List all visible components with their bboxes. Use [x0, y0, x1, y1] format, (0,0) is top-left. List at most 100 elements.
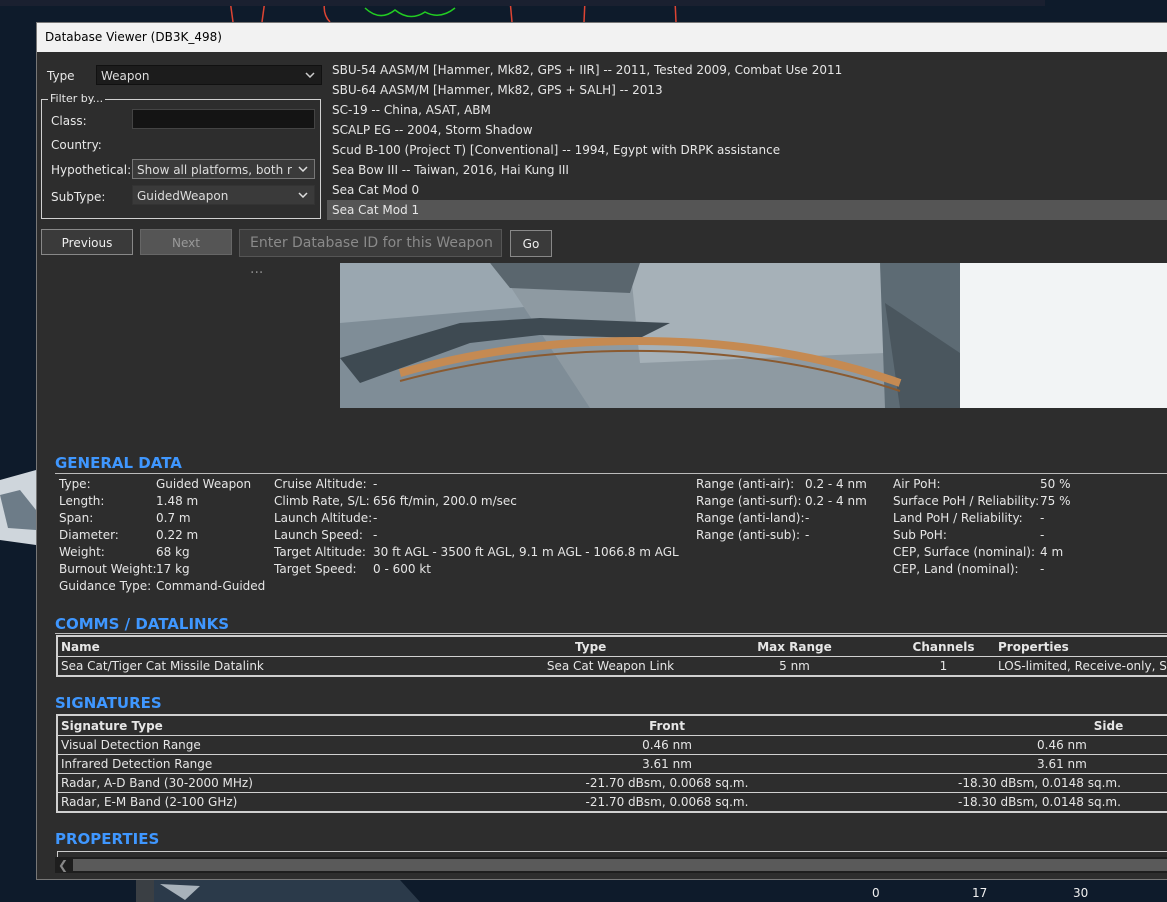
field-label: Type: — [59, 477, 91, 491]
table-row[interactable]: Radar, A-D Band (30-2000 MHz) -21.70 dBs… — [57, 773, 1167, 793]
window-title[interactable]: Database Viewer (DB3K_498) — [37, 23, 1167, 52]
properties-title: PROPERTIES — [55, 830, 160, 848]
top-map-strip — [0, 0, 1045, 6]
table-row[interactable]: Sea Cat/Tiger Cat Missile Datalink Sea C… — [57, 656, 1167, 677]
table-cell: -21.70 dBsm, 0.0068 sq.m. — [487, 792, 847, 813]
map-scale-label: 17 — [972, 886, 988, 900]
subtype-dropdown-value: GuidedWeapon — [137, 189, 229, 203]
table-cell: 1 — [892, 656, 995, 677]
weapon-photo — [340, 263, 1167, 408]
database-id-input[interactable]: Enter Database ID for this Weapon ... — [239, 229, 502, 277]
field-value: 0 - 600 kt — [373, 562, 431, 576]
table-cell: 0.46 nm — [847, 735, 1167, 755]
field-value: 656 ft/min, 200.0 m/sec — [373, 494, 517, 508]
field-value: 0.7 m — [156, 511, 191, 525]
field-label: Climb Rate, S/L: — [274, 494, 370, 508]
table-cell: -21.70 dBsm, 0.0068 sq.m. — [487, 773, 847, 793]
table-cell: 3.61 nm — [847, 754, 1167, 774]
field-value: 4 m — [1040, 545, 1064, 559]
field-value: 1.48 m — [156, 494, 199, 508]
go-button[interactable]: Go — [510, 230, 552, 257]
subtype-label: SubType: — [51, 190, 106, 204]
divider — [55, 473, 1167, 474]
table-row[interactable]: Visual Detection Range 0.46 nm 0.46 nm — [57, 735, 1167, 755]
field-value: - — [1040, 528, 1045, 542]
column-header: Type — [487, 636, 697, 657]
field-value: 0.22 m — [156, 528, 199, 542]
table-cell: Sea Cat Weapon Link — [487, 656, 697, 677]
field-label: CEP, Surface (nominal): — [893, 545, 1036, 559]
column-header: Properties — [995, 636, 1167, 657]
comms-table: Name Type Max Range Channels Properties … — [56, 635, 1167, 677]
subtype-dropdown[interactable]: GuidedWeapon — [132, 185, 315, 205]
column-header: Front — [487, 715, 847, 736]
field-label: Land PoH / Reliability: — [893, 511, 1023, 525]
hypothetical-label: Hypothetical: — [51, 163, 132, 177]
field-value: - — [1040, 511, 1045, 525]
field-label: CEP, Land (nominal): — [893, 562, 1019, 576]
table-cell: Radar, E-M Band (2-100 GHz) — [57, 792, 487, 813]
table-row[interactable]: Infrared Detection Range 3.61 nm 3.61 nm — [57, 754, 1167, 774]
field-value: 0.2 - 4 nm — [805, 477, 867, 491]
table-header-row: Signature Type Front Side — [57, 715, 1167, 736]
table-header-row: Name Type Max Range Channels Properties — [57, 636, 1167, 657]
field-value: - — [1040, 562, 1045, 576]
field-value: 75 % — [1040, 494, 1071, 508]
filter-by-legend: Filter by... — [48, 92, 106, 105]
class-field[interactable] — [132, 109, 315, 129]
field-value: 30 ft AGL - 3500 ft AGL, 9.1 m AGL - 106… — [373, 545, 679, 559]
field-value: - — [373, 477, 378, 491]
hypothetical-dropdown[interactable]: Show all platforms, both real — [132, 159, 315, 179]
chevron-down-icon — [292, 186, 314, 204]
type-dropdown[interactable]: Weapon — [96, 65, 322, 85]
field-value: - — [373, 528, 378, 542]
next-button[interactable]: Next — [140, 229, 232, 255]
list-item[interactable]: SC-19 -- China, ASAT, ABM — [327, 100, 1167, 120]
field-label: Sub PoH: — [893, 528, 947, 542]
table-cell: Sea Cat/Tiger Cat Missile Datalink — [57, 656, 487, 677]
field-label: Launch Altitude: — [274, 511, 373, 525]
weapon-list[interactable]: SBU-54 AASM/M [Hammer, Mk82, GPS + IIR] … — [327, 60, 1167, 220]
previous-button[interactable]: Previous — [41, 229, 133, 255]
map-scale-label: 30 — [1073, 886, 1089, 900]
chevron-down-icon — [292, 160, 314, 178]
scrollbar-thumb[interactable] — [73, 859, 1167, 871]
column-header: Signature Type — [57, 715, 487, 736]
table-cell: -18.30 dBsm, 0.0148 sq.m. — [847, 773, 1167, 793]
field-label: Length: — [59, 494, 105, 508]
list-item[interactable]: Scud B-100 (Project T) [Conventional] --… — [327, 140, 1167, 160]
list-item[interactable]: Sea Cat Mod 0 — [327, 180, 1167, 200]
column-header: Side — [847, 715, 1167, 736]
column-header: Channels — [892, 636, 995, 657]
table-cell: 5 nm — [697, 656, 892, 677]
field-label: Air PoH: — [893, 477, 941, 491]
field-label: Surface PoH / Reliability: — [893, 494, 1040, 508]
field-label: Target Altitude: — [274, 545, 366, 559]
list-item-selected[interactable]: Sea Cat Mod 1 — [327, 200, 1167, 220]
signatures-table: Signature Type Front Side Visual Detecti… — [56, 714, 1167, 813]
list-item[interactable]: SBU-54 AASM/M [Hammer, Mk82, GPS + IIR] … — [327, 60, 1167, 80]
column-header: Max Range — [697, 636, 892, 657]
scroll-left-icon[interactable]: ❮ — [58, 857, 68, 873]
divider — [55, 633, 1167, 634]
class-label: Class: — [51, 114, 87, 128]
table-cell: Radar, A-D Band (30-2000 MHz) — [57, 773, 487, 793]
field-value: Guided Weapon — [156, 477, 252, 491]
chevron-down-icon — [299, 66, 321, 84]
column-header: Name — [57, 636, 487, 657]
database-viewer-window: Database Viewer (DB3K_498) Type Weapon F… — [36, 22, 1167, 880]
field-label: Burnout Weight: — [59, 562, 157, 576]
hypothetical-dropdown-value: Show all platforms, both real — [137, 163, 310, 177]
field-value: 17 kg — [156, 562, 190, 576]
list-item[interactable]: SCALP EG -- 2004, Storm Shadow — [327, 120, 1167, 140]
list-item[interactable]: SBU-64 AASM/M [Hammer, Mk82, GPS + SALH]… — [327, 80, 1167, 100]
field-label: Range (anti-surf): — [696, 494, 802, 508]
horizontal-scrollbar[interactable]: ❮ — [55, 857, 1167, 873]
list-item[interactable]: Sea Bow III -- Taiwan, 2016, Hai Kung II… — [327, 160, 1167, 180]
table-row[interactable]: Radar, E-M Band (2-100 GHz) -21.70 dBsm,… — [57, 792, 1167, 813]
field-label: Range (anti-land): — [696, 511, 805, 525]
field-label: Diameter: — [59, 528, 119, 542]
country-label: Country: — [51, 138, 102, 152]
field-label: Target Speed: — [274, 562, 357, 576]
field-value: 0.2 - 4 nm — [805, 494, 867, 508]
